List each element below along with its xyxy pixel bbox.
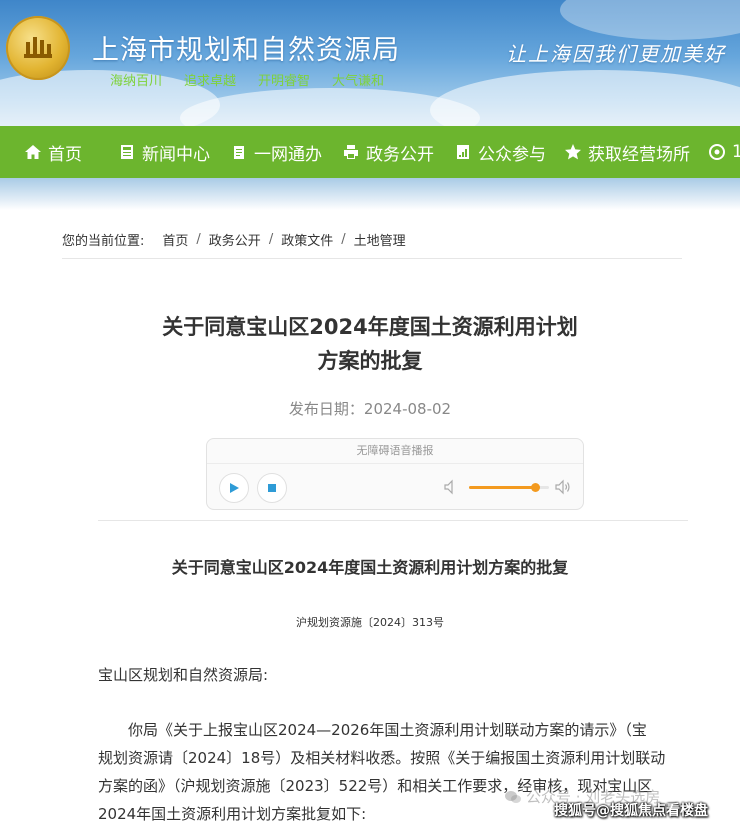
motto: 开明睿智 — [258, 74, 311, 89]
document-heading: 关于同意宝山区2024年度国土资源利用计划方案的批复 — [171, 558, 569, 577]
stop-button[interactable] — [257, 473, 287, 503]
site-title: 上海市规划和自然资源局 — [92, 35, 400, 66]
nav-item-label: 公众参与 — [478, 144, 546, 165]
document-number: 沪规划资源施〔2024〕313号 — [296, 616, 444, 629]
printer-icon — [344, 145, 358, 159]
breadcrumb-prefix: 您的当前位置: — [62, 234, 145, 249]
nav-item-participation[interactable]: 公众参与 — [454, 126, 546, 178]
site-banner: 上海市规划和自然资源局 海纳百川 追求卓越 开明睿智 大气谦和 让上海因我们更加… — [0, 0, 740, 126]
main-nav: 首页 新闻中心 一网通办 政务公开 公众参与 获取经营场所 1 — [0, 126, 740, 178]
volume-up-icon[interactable] — [555, 479, 571, 495]
site-logo[interactable] — [6, 16, 70, 80]
nav-item-label: 新闻中心 — [142, 144, 210, 165]
banner-cloud — [560, 0, 740, 40]
volume-down-icon[interactable] — [443, 479, 459, 495]
article-title-line: 关于同意宝山区2024年度国土资源利用计划 — [162, 315, 578, 339]
breadcrumb: 您的当前位置: 首页 / 政务公开 / 政策文件 / 土地管理 — [62, 230, 682, 249]
divider — [98, 520, 688, 521]
nav-item-label: 一网通办 — [254, 144, 322, 165]
motto: 海纳百川 — [110, 74, 163, 89]
audio-player-header: 无障碍语音播报 — [207, 439, 583, 464]
star-icon — [565, 144, 581, 160]
chart-doc-icon — [457, 145, 469, 159]
nav-item-home[interactable]: 首页 — [24, 126, 82, 178]
home-icon — [25, 145, 41, 159]
breadcrumb-item-land-management[interactable]: 土地管理 — [354, 230, 406, 249]
play-button[interactable] — [219, 473, 249, 503]
nav-item-label: 1 — [732, 142, 740, 162]
newspaper-icon — [121, 145, 133, 159]
nav-item-label: 获取经营场所 — [588, 144, 690, 165]
nav-item-gov-affairs[interactable]: 政务公开 — [342, 126, 434, 178]
banner-fade — [0, 178, 740, 210]
site-slogan: 让上海因我们更加美好 — [506, 42, 726, 66]
volume-slider[interactable] — [469, 483, 549, 492]
nav-item-news[interactable]: 新闻中心 — [118, 126, 210, 178]
motto: 大气谦和 — [332, 74, 385, 89]
paragraph-line: 规划资源请〔2024〕18号）及相关材料收悉。按照《关于编报国土资源利用计划联动 — [98, 749, 666, 767]
volume-slider-handle[interactable] — [530, 483, 540, 492]
nav-item-business-premises[interactable]: 获取经营场所 — [564, 126, 690, 178]
paragraph-line: 你局《关于上报宝山区2024—2026年国土资源利用计划联动方案的请示》（宝 — [128, 721, 647, 739]
audio-player: 无障碍语音播报 — [206, 438, 584, 510]
motto: 追求卓越 — [184, 74, 237, 89]
article-title-line: 方案的批复 — [317, 349, 423, 373]
nav-item-more[interactable]: 1 — [708, 126, 740, 178]
breadcrumb-separator: / — [341, 232, 346, 247]
breadcrumb-separator: / — [196, 232, 201, 247]
breadcrumb-item-policy-docs[interactable]: 政策文件 — [281, 230, 333, 249]
nav-item-label: 政务公开 — [366, 144, 434, 165]
logo-mark-icon — [24, 37, 52, 58]
breadcrumb-item-home[interactable]: 首页 — [162, 230, 188, 249]
breadcrumb-item-gov-affairs[interactable]: 政务公开 — [209, 230, 261, 249]
banner-cloud — [430, 70, 740, 126]
publish-date: 发布日期：2024-08-02 — [288, 400, 452, 418]
wechat-icon — [505, 790, 521, 803]
stop-icon — [268, 484, 276, 492]
breadcrumb-separator: / — [268, 232, 274, 247]
clipboard-icon — [234, 146, 244, 159]
divider — [62, 258, 682, 259]
sohu-watermark: 搜狐号@搜狐焦点看楼盘 — [554, 803, 708, 819]
site-mottos: 海纳百川 追求卓越 开明睿智 大气谦和 — [110, 70, 384, 89]
document-salutation: 宝山区规划和自然资源局: — [98, 666, 269, 684]
play-icon — [230, 483, 239, 493]
nav-item-services[interactable]: 一网通办 — [230, 126, 322, 178]
article-title: 关于同意宝山区2024年度国土资源利用计划 方案的批复 — [120, 310, 620, 378]
nav-item-label: 首页 — [48, 144, 82, 165]
volume-slider-fill — [469, 486, 535, 489]
settings-icon — [709, 144, 725, 160]
